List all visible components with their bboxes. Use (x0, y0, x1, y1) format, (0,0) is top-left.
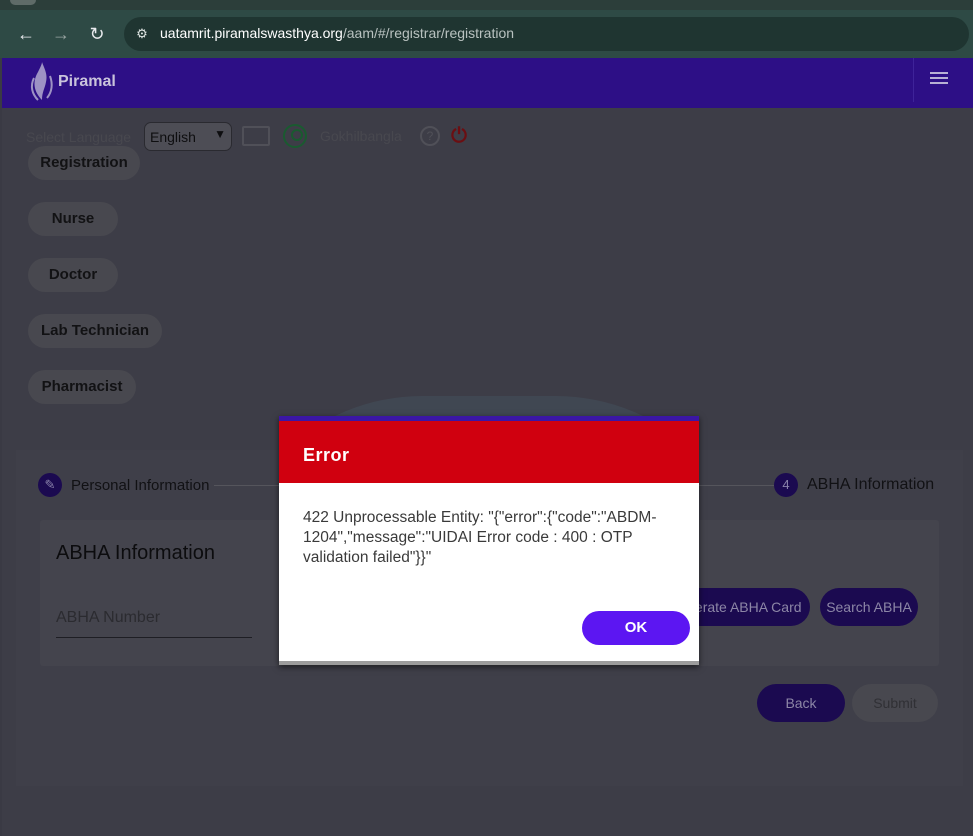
ok-button[interactable]: OK (582, 611, 690, 645)
abha-title: ABHA Information (56, 542, 215, 564)
dialog-message: 422 Unprocessable Entity: "{"error":{"co… (303, 509, 657, 566)
search-abha-button[interactable]: Search ABHA (820, 588, 918, 626)
hamburger-menu-icon[interactable] (913, 58, 973, 102)
error-dialog: Error 422 Unprocessable Entity: "{"error… (279, 416, 699, 665)
chevron-down-icon: ▼ (214, 127, 226, 141)
url-path: /aam/#/registrar/registration (342, 25, 515, 41)
back-icon[interactable]: ← (14, 22, 38, 46)
role-lab-technician[interactable]: Lab Technician (28, 314, 162, 348)
abha-number-input[interactable]: ABHA Number (56, 609, 160, 627)
piramal-logo-icon (30, 62, 53, 101)
step1-edit-icon[interactable]: ✎ (38, 473, 62, 497)
abha-input-underline (56, 637, 252, 638)
brand-name: Piramal (58, 73, 116, 90)
language-selected-value: English (150, 129, 196, 145)
language-label: Select Language (26, 129, 132, 145)
role-doctor[interactable]: Doctor (28, 258, 118, 292)
forward-icon[interactable]: → (49, 22, 73, 46)
dialog-title: Error (303, 445, 350, 465)
logout-power-icon[interactable]: ⏻ (448, 124, 470, 148)
tab[interactable] (10, 0, 36, 5)
back-button[interactable]: Back (757, 684, 845, 722)
step4-number[interactable]: 4 (774, 473, 798, 497)
role-pharmacist[interactable]: Pharmacist (28, 370, 136, 404)
dialog-header: Error (279, 421, 699, 483)
role-nurse[interactable]: Nurse (28, 202, 118, 236)
tab-strip (0, 0, 973, 10)
role-registration[interactable]: Registration (28, 146, 140, 180)
monitor-icon[interactable] (242, 126, 270, 146)
step1-label[interactable]: Personal Information (71, 477, 209, 494)
submit-button[interactable]: Submit (852, 684, 938, 722)
url-host: uatamrit.piramalswasthya.org (160, 25, 343, 41)
user-profile-icon[interactable] (283, 124, 307, 148)
url-text[interactable]: uatamrit.piramalswasthya.org/aam/#/regis… (160, 25, 514, 41)
reload-icon[interactable]: ↻ (85, 22, 109, 46)
user-name: Gokhilbangla (320, 128, 402, 144)
browser-toolbar: ← → ↻ ⚙ uatamrit.piramalswasthya.org/aam… (0, 10, 973, 58)
site-info-icon[interactable]: ⚙ (132, 24, 152, 44)
address-bar[interactable]: ⚙ uatamrit.piramalswasthya.org/aam/#/reg… (124, 17, 969, 51)
help-icon[interactable]: ? (420, 126, 440, 146)
step4-label[interactable]: ABHA Information (807, 476, 934, 494)
language-select[interactable]: English ▼ (144, 122, 232, 151)
app-header: Piramal (2, 58, 973, 108)
